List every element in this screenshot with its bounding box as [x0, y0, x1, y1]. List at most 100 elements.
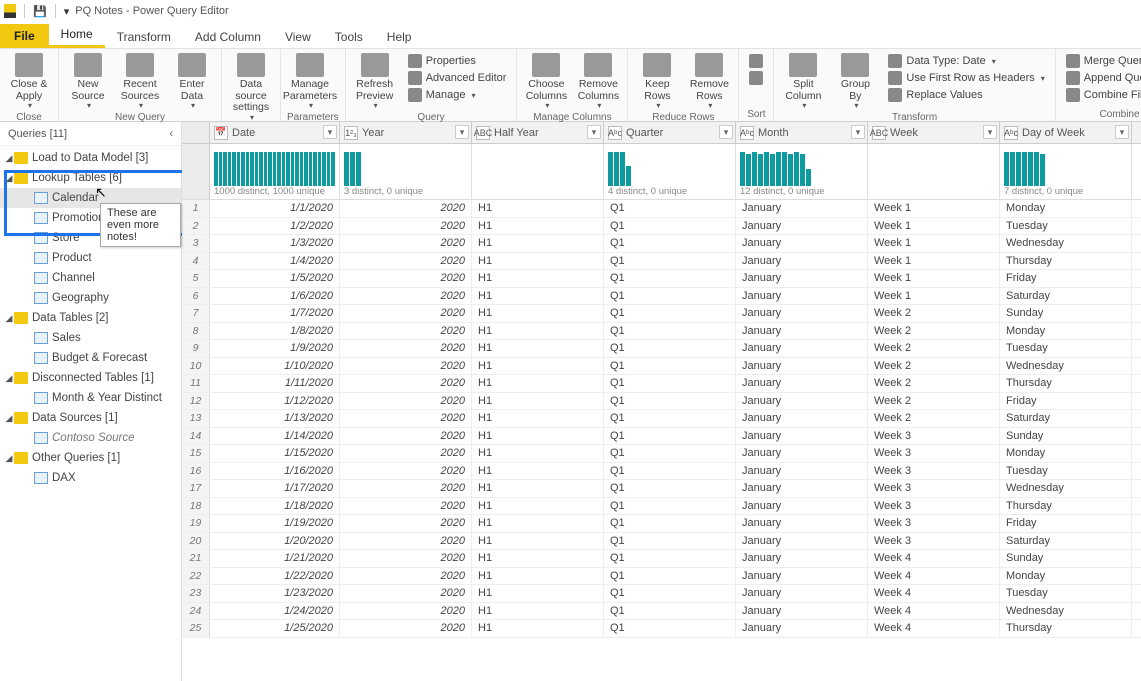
table-row[interactable]: 211/21/20202020H1Q1JanuaryWeek 4Sunday — [182, 550, 1141, 568]
cell-half-year[interactable]: H1 — [472, 410, 604, 427]
cell-month[interactable]: January — [736, 340, 868, 357]
column-header-half-year[interactable]: ABCHalf Year▾ — [472, 122, 604, 143]
ribbon-enter-data-button[interactable]: EnterData — [169, 51, 215, 111]
query-group-other-queries-[interactable]: ◢Other Queries [1] — [0, 448, 181, 468]
cell-week[interactable]: Week 3 — [868, 498, 1000, 515]
query-item-sales[interactable]: Sales — [0, 328, 181, 348]
cell-quarter[interactable]: Q1 — [604, 393, 736, 410]
row-number[interactable]: 8 — [182, 323, 210, 340]
cell-day-of-week[interactable]: Thursday — [1000, 253, 1132, 270]
cell-week[interactable]: Week 3 — [868, 533, 1000, 550]
table-row[interactable]: 21/2/20202020H1Q1JanuaryWeek 1Tuesday — [182, 218, 1141, 236]
qat-dropdown[interactable]: ▾ — [64, 5, 70, 18]
cell-half-year[interactable]: H1 — [472, 270, 604, 287]
cell-month[interactable]: January — [736, 428, 868, 445]
cell-date[interactable]: 1/5/2020 — [210, 270, 340, 287]
cell-year[interactable]: 2020 — [340, 533, 472, 550]
cell-quarter[interactable]: Q1 — [604, 568, 736, 585]
ribbon-tab-tools[interactable]: Tools — [323, 25, 375, 48]
cell-week[interactable]: Week 2 — [868, 340, 1000, 357]
cell-date[interactable]: 1/24/2020 — [210, 603, 340, 620]
cell-day-of-week[interactable]: Tuesday — [1000, 218, 1132, 235]
cell-month[interactable]: January — [736, 463, 868, 480]
cell-date[interactable]: 1/10/2020 — [210, 358, 340, 375]
sort-asc-button[interactable] — [745, 53, 767, 69]
ribbon-new-source-button[interactable]: NewSource — [65, 51, 111, 111]
query-group-data-sources-[interactable]: ◢Data Sources [1] — [0, 408, 181, 428]
cell-day-of-week[interactable]: Friday — [1000, 270, 1132, 287]
table-row[interactable]: 51/5/20202020H1Q1JanuaryWeek 1Friday — [182, 270, 1141, 288]
cell-day-of-week[interactable]: Monday — [1000, 445, 1132, 462]
cell-month[interactable]: January — [736, 288, 868, 305]
cell-date[interactable]: 1/7/2020 — [210, 305, 340, 322]
cell-year[interactable]: 2020 — [340, 550, 472, 567]
query-group-data-tables-[interactable]: ◢Data Tables [2] — [0, 308, 181, 328]
table-row[interactable]: 151/15/20202020H1Q1JanuaryWeek 3Monday — [182, 445, 1141, 463]
cell-month[interactable]: January — [736, 200, 868, 217]
cell-year[interactable]: 2020 — [340, 515, 472, 532]
cell-date[interactable]: 1/20/2020 — [210, 533, 340, 550]
cell-year[interactable]: 2020 — [340, 585, 472, 602]
cell-year[interactable]: 2020 — [340, 340, 472, 357]
cell-half-year[interactable]: H1 — [472, 463, 604, 480]
cell-day-of-week[interactable]: Sunday — [1000, 305, 1132, 322]
column-header-quarter[interactable]: AᵇcQuarter▾ — [604, 122, 736, 143]
cell-month[interactable]: January — [736, 550, 868, 567]
row-number[interactable]: 12 — [182, 393, 210, 410]
cell-month[interactable]: January — [736, 358, 868, 375]
cell-day-of-week[interactable]: Thursday — [1000, 375, 1132, 392]
cell-year[interactable]: 2020 — [340, 375, 472, 392]
cell-date[interactable]: 1/17/2020 — [210, 480, 340, 497]
cell-day-of-week[interactable]: Sunday — [1000, 550, 1132, 567]
row-number[interactable]: 16 — [182, 463, 210, 480]
query-item-product[interactable]: Product — [0, 248, 181, 268]
cell-half-year[interactable]: H1 — [472, 288, 604, 305]
column-header-week[interactable]: ABCWeek▾ — [868, 122, 1000, 143]
cell-half-year[interactable]: H1 — [472, 498, 604, 515]
cell-quarter[interactable]: Q1 — [604, 620, 736, 637]
cell-date[interactable]: 1/13/2020 — [210, 410, 340, 427]
cell-half-year[interactable]: H1 — [472, 445, 604, 462]
cell-quarter[interactable]: Q1 — [604, 358, 736, 375]
filter-dropdown-icon[interactable]: ▾ — [719, 125, 733, 139]
cell-day-of-week[interactable]: Wednesday — [1000, 358, 1132, 375]
cell-week[interactable]: Week 1 — [868, 253, 1000, 270]
cell-half-year[interactable]: H1 — [472, 253, 604, 270]
cell-date[interactable]: 1/16/2020 — [210, 463, 340, 480]
cell-date[interactable]: 1/25/2020 — [210, 620, 340, 637]
cell-quarter[interactable]: Q1 — [604, 253, 736, 270]
table-row[interactable]: 31/3/20202020H1Q1JanuaryWeek 1Wednesday — [182, 235, 1141, 253]
ribbon-combine-files-button[interactable]: Combine Files — [1062, 87, 1141, 103]
cell-date[interactable]: 1/6/2020 — [210, 288, 340, 305]
cell-day-of-week[interactable]: Tuesday — [1000, 340, 1132, 357]
row-number[interactable]: 13 — [182, 410, 210, 427]
cell-date[interactable]: 1/11/2020 — [210, 375, 340, 392]
ribbon-refresh-preview-button[interactable]: RefreshPreview — [352, 51, 398, 111]
cell-date[interactable]: 1/21/2020 — [210, 550, 340, 567]
cell-quarter[interactable]: Q1 — [604, 235, 736, 252]
cell-day-of-week[interactable]: Wednesday — [1000, 480, 1132, 497]
cell-month[interactable]: January — [736, 218, 868, 235]
query-item-dax[interactable]: DAX — [0, 468, 181, 488]
cell-week[interactable]: Week 4 — [868, 550, 1000, 567]
cell-half-year[interactable]: H1 — [472, 515, 604, 532]
cell-date[interactable]: 1/14/2020 — [210, 428, 340, 445]
query-item-geography[interactable]: Geography — [0, 288, 181, 308]
row-number[interactable]: 21 — [182, 550, 210, 567]
column-header-day-of-week[interactable]: AᵇcDay of Week▾ — [1000, 122, 1132, 143]
cell-week[interactable]: Week 1 — [868, 270, 1000, 287]
row-number[interactable]: 6 — [182, 288, 210, 305]
row-number[interactable]: 4 — [182, 253, 210, 270]
cell-half-year[interactable]: H1 — [472, 323, 604, 340]
ribbon-tab-add-column[interactable]: Add Column — [183, 25, 273, 48]
cell-half-year[interactable]: H1 — [472, 603, 604, 620]
query-group-lookup-tables-[interactable]: ◢Lookup Tables [6] — [0, 168, 181, 188]
cell-day-of-week[interactable]: Friday — [1000, 515, 1132, 532]
cell-half-year[interactable]: H1 — [472, 340, 604, 357]
table-row[interactable]: 131/13/20202020H1Q1JanuaryWeek 2Saturday — [182, 410, 1141, 428]
query-item-contoso-source[interactable]: Contoso Source — [0, 428, 181, 448]
cell-half-year[interactable]: H1 — [472, 393, 604, 410]
row-number[interactable]: 23 — [182, 585, 210, 602]
cell-quarter[interactable]: Q1 — [604, 480, 736, 497]
cell-year[interactable]: 2020 — [340, 480, 472, 497]
